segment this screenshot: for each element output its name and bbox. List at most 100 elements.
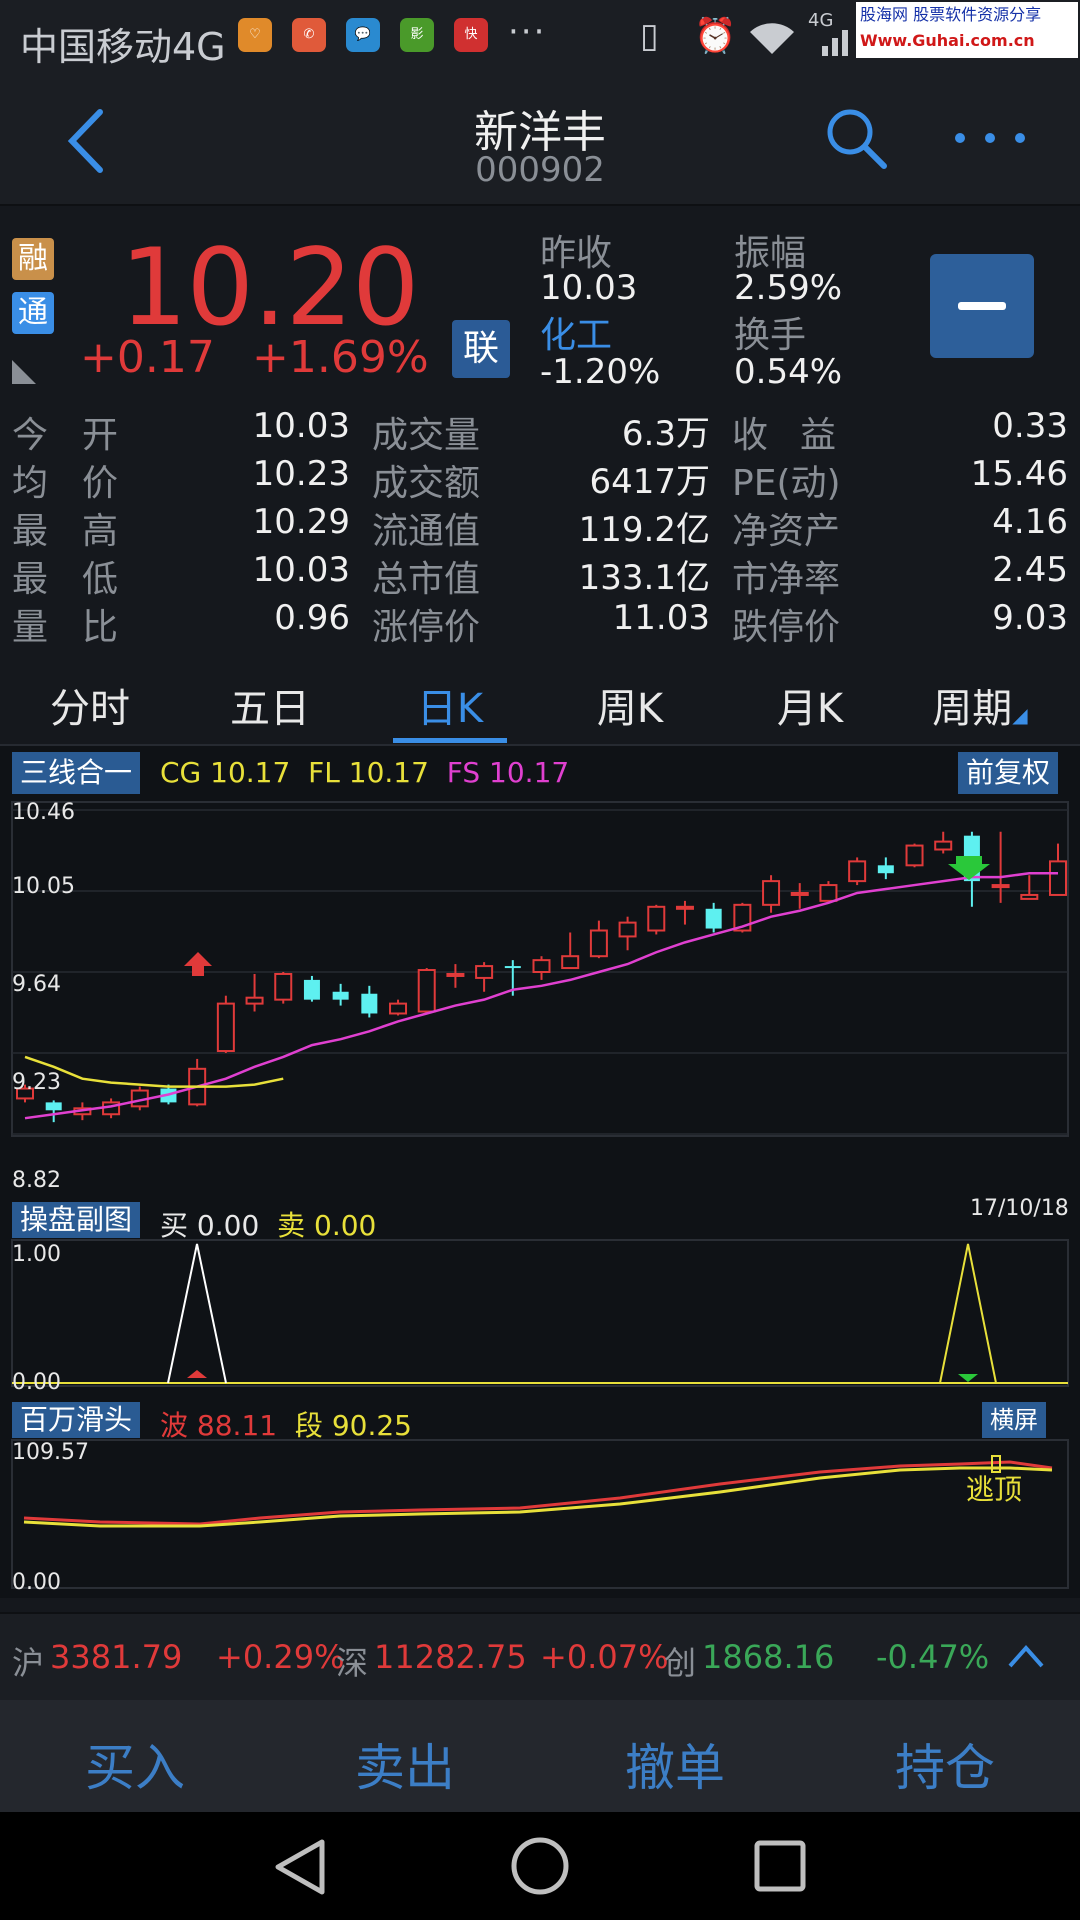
tab-weekly-k[interactable]: 周K	[555, 676, 705, 734]
stat-label-b: 高	[82, 511, 119, 552]
sh-index-change: +0.29%	[216, 1638, 345, 1676]
stat-label-mid: 流通值	[372, 511, 481, 552]
sz-index-change: +0.07%	[540, 1638, 669, 1676]
sub-chart1[interactable]	[0, 1238, 1080, 1388]
candle	[877, 857, 894, 880]
escape-top-annotation: 逃顶	[966, 1473, 1023, 1506]
sh-index-label: 沪	[12, 1644, 45, 1682]
more-menu-icon[interactable]	[952, 126, 1034, 150]
candle-body	[532, 959, 551, 974]
chart-area: 三线合一 CG 10.17 FL 10.17 FS 10.17 前复权 10.4…	[0, 746, 1080, 1598]
fs-line	[24, 871, 1058, 1120]
candle	[332, 983, 349, 1006]
candle-body	[1049, 860, 1067, 896]
sh-index-value: 3381.79	[50, 1638, 183, 1676]
cy-index-label: 创	[664, 1644, 697, 1682]
turnover-value: 0.54%	[734, 352, 843, 392]
candle	[647, 904, 666, 935]
stat-value-right: 15.46	[970, 454, 1068, 494]
positions-button[interactable]: 持仓	[845, 1728, 1045, 1800]
sub-chart2-frame	[11, 1439, 1069, 1589]
carrier-label: 中国移动4G	[20, 25, 226, 69]
chevron-up-icon[interactable]	[1006, 1642, 1046, 1670]
candle	[361, 985, 378, 1018]
stat-value-left: 0.96	[274, 598, 350, 638]
candle-body	[675, 905, 694, 910]
stat-label-mid: 总市值	[372, 559, 481, 600]
nav-back-icon[interactable]	[272, 1838, 328, 1896]
stat-label-b: 价	[82, 463, 119, 504]
tab-daily-k[interactable]: 日K	[375, 676, 525, 734]
market-index-bar[interactable]: 沪 3381.79 +0.29% 深 11282.75 +0.07% 创 186…	[0, 1612, 1080, 1700]
health-app-icon: ♡	[238, 18, 272, 52]
cancel-order-button[interactable]: 撤单	[575, 1728, 775, 1800]
buy-button[interactable]: 买入	[35, 1728, 235, 1800]
cursor-date: 17/10/18	[970, 1196, 1069, 1221]
margin-badge: 融	[12, 238, 54, 280]
active-tab-indicator	[393, 738, 507, 743]
alarm-icon: ⏰	[694, 16, 737, 56]
fl-value: 10.17	[348, 756, 429, 789]
adjust-price-button[interactable]: 前复权	[958, 752, 1059, 794]
amplitude-value: 2.59%	[734, 268, 843, 308]
fs-value: 10.17	[489, 756, 570, 789]
sub-chart2[interactable]	[0, 1438, 1080, 1590]
stat-value-left: 10.23	[252, 454, 350, 494]
y-label-3: 9.64	[12, 972, 61, 997]
sub-chart2-tag[interactable]: 百万滑头	[12, 1402, 141, 1438]
linked-stock-button[interactable]: 联	[452, 320, 510, 378]
candle-body	[877, 865, 894, 874]
remove-watchlist-button[interactable]	[930, 254, 1034, 358]
main-indicator-tag[interactable]: 三线合一	[12, 752, 141, 794]
search-icon[interactable]	[822, 104, 892, 174]
candle-body	[589, 929, 608, 958]
candle-body	[790, 891, 809, 896]
candlestick-chart[interactable]	[0, 800, 1080, 1140]
quote-panel: 融 通 10.20 +0.17 +1.69% 联 昨收 10.03 化工 -1.…	[0, 206, 1080, 648]
candle	[389, 999, 408, 1016]
candle-body	[905, 844, 924, 867]
stat-label-a: 最	[12, 511, 49, 552]
candle	[705, 902, 722, 933]
system-nav-bar	[0, 1812, 1080, 1920]
candle	[991, 831, 1010, 903]
candle	[589, 920, 608, 959]
sz-index-value: 11282.75	[374, 1638, 527, 1676]
tab-five-day[interactable]: 五日	[195, 676, 345, 734]
trade-action-bar: 买入 卖出 撤单 持仓	[0, 1700, 1080, 1812]
candle	[446, 964, 465, 988]
tab-monthly-k[interactable]: 月K	[735, 676, 885, 734]
cy-index-change: -0.47%	[876, 1638, 990, 1676]
candle-body	[475, 965, 494, 979]
segment-line	[23, 1466, 1053, 1528]
candle-body	[389, 1002, 408, 1015]
nav-recents-icon[interactable]	[754, 1840, 806, 1892]
stat-label-a: 最	[12, 559, 49, 600]
stat-value-right: 9.03	[992, 598, 1068, 638]
turnover-label: 换手	[734, 315, 807, 356]
chart-period-tabs: 分时 五日 日K 周K 月K 周期◢	[0, 660, 1080, 746]
candle	[561, 932, 580, 970]
stat-label-right: 净资产	[732, 511, 841, 552]
sector-change-value: -1.20%	[540, 352, 661, 392]
stat-value-mid: 119.2亿	[578, 510, 710, 550]
watermark-logo: 股海网 股票软件资源分享 Www.Guhai.com.cn	[856, 2, 1078, 58]
dropdown-triangle-icon: ◢	[1012, 703, 1028, 727]
candle-body	[819, 884, 838, 902]
stat-label-mid: 成交额	[372, 463, 481, 504]
price-change: +0.17	[80, 332, 215, 383]
fs-label: FS	[446, 756, 481, 789]
expand-corner-icon[interactable]	[12, 360, 36, 384]
cg-legend: CG 10.17 FL 10.17 FS 10.17	[160, 756, 569, 789]
candle	[303, 975, 320, 1002]
landscape-button[interactable]: 横屏	[982, 1402, 1046, 1438]
wifi-icon	[750, 23, 794, 54]
sell-button[interactable]: 卖出	[305, 1728, 505, 1800]
sub-chart1-tag[interactable]: 操盘副图	[12, 1202, 141, 1238]
tab-intraday[interactable]: 分时	[15, 676, 165, 734]
nav-home-icon[interactable]	[510, 1836, 570, 1896]
stat-label-b: 开	[82, 415, 119, 456]
sub2-y-bottom: 0.00	[12, 1570, 61, 1595]
tab-period[interactable]: 周期◢	[905, 676, 1055, 734]
sector-link[interactable]: 化工	[540, 306, 612, 358]
